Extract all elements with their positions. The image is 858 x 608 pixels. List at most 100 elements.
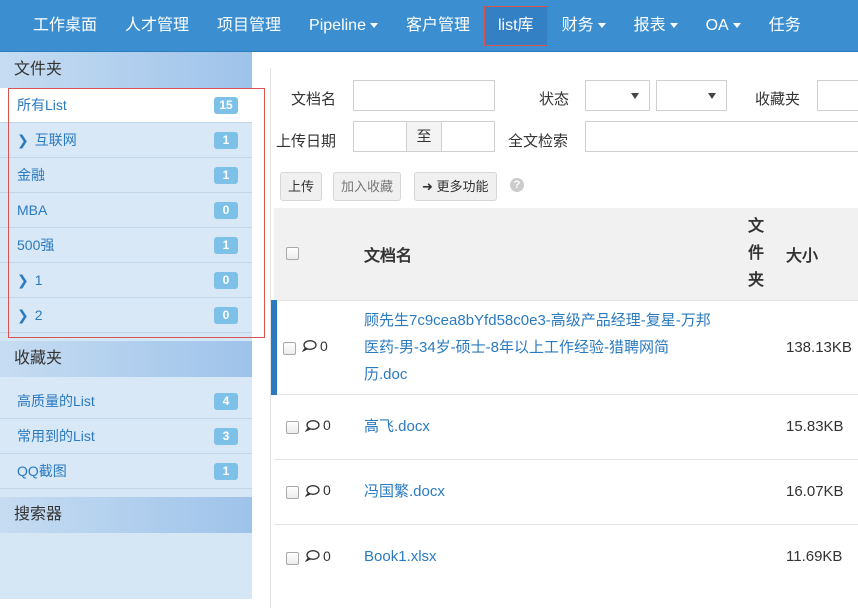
- nav-item-label: 报表: [633, 17, 666, 34]
- count-badge: 0: [214, 271, 238, 289]
- count-badge: 15: [214, 96, 238, 114]
- document-name-link[interactable]: 医药-男-34岁-硕士-8年以上工作经验-猎聘网简: [364, 334, 748, 361]
- docname-label: 文档名: [291, 91, 337, 108]
- folder-item[interactable]: 金融 1: [0, 158, 252, 193]
- size-cell: 138.13KB: [786, 299, 858, 394]
- row-checkbox[interactable]: [283, 341, 296, 355]
- favorite-item[interactable]: 常用到的List 3: [0, 419, 252, 454]
- date-from-input[interactable]: [353, 121, 407, 152]
- table-row[interactable]: 0 高飞.docx 15.83KB: [274, 393, 858, 459]
- nav-item-2[interactable]: 项目管理: [203, 6, 295, 46]
- favorite-item-label-wrap: 高质量的List: [17, 391, 95, 411]
- upload-date-label: 上传日期: [276, 133, 337, 150]
- folder-item-label-wrap: ❯ 互联网: [17, 130, 77, 150]
- caret-down-icon: [369, 23, 378, 29]
- chevron-right-icon[interactable]: ❯: [17, 307, 29, 324]
- favorites-filter-label: 收藏夹: [755, 91, 801, 108]
- count-badge: 0: [214, 201, 238, 219]
- folder-item-label: 1: [34, 272, 43, 288]
- row-checkbox[interactable]: [286, 486, 299, 500]
- comment-count[interactable]: 0: [302, 338, 328, 354]
- folder-item[interactable]: 500强 1: [0, 228, 252, 263]
- col-header-folder-char: 件: [748, 245, 765, 263]
- count-badge: 3: [214, 427, 238, 445]
- favorite-item[interactable]: 高质量的List 4: [0, 384, 252, 419]
- status-select[interactable]: [585, 80, 650, 111]
- nav-item-4[interactable]: 客户管理: [392, 6, 484, 46]
- documents-table: 文档名 文件夹 大小 0 顾先生7c9cea8bYfd58c0e3-高级产品经理-…: [271, 208, 858, 589]
- folder-item-label: 所有List: [17, 97, 67, 113]
- nav-item-6[interactable]: 财务: [548, 6, 620, 46]
- folder-item[interactable]: 所有List 15: [0, 88, 252, 123]
- nav-item-7[interactable]: 报表: [620, 6, 692, 46]
- upload-button[interactable]: 上传: [280, 172, 323, 201]
- help-icon[interactable]: ?: [510, 178, 524, 192]
- table-header-row: 文档名 文件夹 大小: [274, 208, 858, 300]
- comment-count[interactable]: 0: [305, 417, 331, 433]
- more-functions-button[interactable]: ➜ 更多功能: [414, 172, 497, 201]
- folder-cell: [748, 299, 786, 394]
- document-name-link[interactable]: 顾先生7c9cea8bYfd58c0e3-高级产品经理-复星-万邦: [364, 307, 748, 334]
- date-to-input[interactable]: [441, 121, 495, 152]
- comment-count[interactable]: 0: [305, 548, 331, 564]
- nav-item-3[interactable]: Pipeline: [295, 6, 392, 46]
- favorites-filter-input[interactable]: [817, 80, 858, 111]
- comment-count-value: 0: [323, 482, 331, 499]
- more-functions-label: 更多功能: [436, 179, 489, 194]
- comment-icon: [305, 419, 320, 432]
- nav-item-5[interactable]: list库: [484, 6, 548, 46]
- document-name-link[interactable]: 高飞.docx: [364, 413, 748, 440]
- fulltext-label: 全文检索: [508, 133, 569, 150]
- favorite-item[interactable]: QQ截图 1: [0, 454, 252, 489]
- folder-item[interactable]: ❯ 2 0: [0, 298, 252, 333]
- status-sub-select[interactable]: [656, 80, 727, 111]
- folder-item-label-wrap: ❯ 1: [17, 272, 43, 289]
- col-header-size[interactable]: 大小: [786, 208, 858, 300]
- count-badge: 1: [214, 131, 238, 149]
- table-row[interactable]: 0 冯国繁.docx 16.07KB: [274, 458, 858, 524]
- row-checkbox[interactable]: [286, 551, 299, 565]
- docname-input[interactable]: [353, 80, 495, 111]
- folder-item-label-wrap: ❯ 2: [17, 307, 43, 324]
- col-header-folder-char: 文: [748, 218, 765, 236]
- folder-item[interactable]: ❯ 互联网 1: [0, 123, 252, 158]
- count-badge: 1: [214, 462, 238, 480]
- nav-item-1[interactable]: 人才管理: [111, 6, 203, 46]
- table-row[interactable]: 0 Book1.xlsx 11.69KB: [274, 523, 858, 589]
- fulltext-input[interactable]: [585, 121, 858, 152]
- sign-in-icon: ➜: [422, 179, 433, 194]
- col-header-folder[interactable]: 文件夹: [748, 208, 786, 300]
- document-name-link[interactable]: Book1.xlsx: [364, 543, 748, 570]
- folder-cell: [748, 523, 786, 589]
- chevron-right-icon[interactable]: ❯: [17, 272, 29, 289]
- row-checkbox[interactable]: [286, 421, 299, 435]
- nav-item-0[interactable]: 工作桌面: [19, 6, 111, 46]
- nav-item-8[interactable]: OA: [692, 6, 755, 46]
- add-favorite-button[interactable]: 加入收藏: [333, 172, 402, 201]
- folder-item[interactable]: MBA 0: [0, 193, 252, 228]
- document-name-link[interactable]: 历.doc: [364, 361, 748, 388]
- select-all-checkbox[interactable]: [286, 247, 299, 261]
- nav-menu: 工作桌面 人才管理 项目管理 Pipeline 客户管理 list库 财务 报表 OA 任务: [0, 0, 858, 52]
- comment-icon: [305, 484, 320, 497]
- col-header-name[interactable]: 文档名: [364, 208, 748, 300]
- top-navbar: 工作桌面 人才管理 项目管理 Pipeline 客户管理 list库 财务 报表 OA 任务: [0, 0, 858, 52]
- favorites-section-title: 收藏夹: [0, 341, 252, 377]
- table-row[interactable]: 0 顾先生7c9cea8bYfd58c0e3-高级产品经理-复星-万邦 医药-男-3…: [271, 299, 858, 394]
- folder-cell: [748, 458, 786, 524]
- main-content: 文档名 状态 收藏夹 上传日期 至 全文检索 上传 加入收藏 ➜ 更多功能 ? …: [270, 68, 858, 608]
- nav-item-label: 项目管理: [217, 17, 282, 34]
- folder-cell: [748, 393, 786, 459]
- folder-item-label: 金融: [17, 167, 45, 183]
- col-header-folder-char: 夹: [748, 272, 765, 290]
- nav-item-9[interactable]: 任务: [755, 6, 815, 46]
- comment-icon: [305, 550, 320, 562]
- favorite-item-label-wrap: 常用到的List: [17, 426, 95, 446]
- document-name-link[interactable]: 冯国繁.docx: [364, 478, 748, 505]
- comment-count[interactable]: 0: [305, 482, 331, 498]
- folder-item[interactable]: ❯ 1 0: [0, 263, 252, 298]
- chevron-right-icon[interactable]: ❯: [17, 132, 29, 149]
- sidebar: 文件夹 所有List 15 ❯ 互联网 1 金融 1 MBA 0 500强 1 ❯ 1 0 ❯ 2 0 收藏夹 …: [0, 52, 265, 599]
- search-section-title: 搜索器: [0, 497, 252, 533]
- size-cell: 15.83KB: [786, 393, 858, 459]
